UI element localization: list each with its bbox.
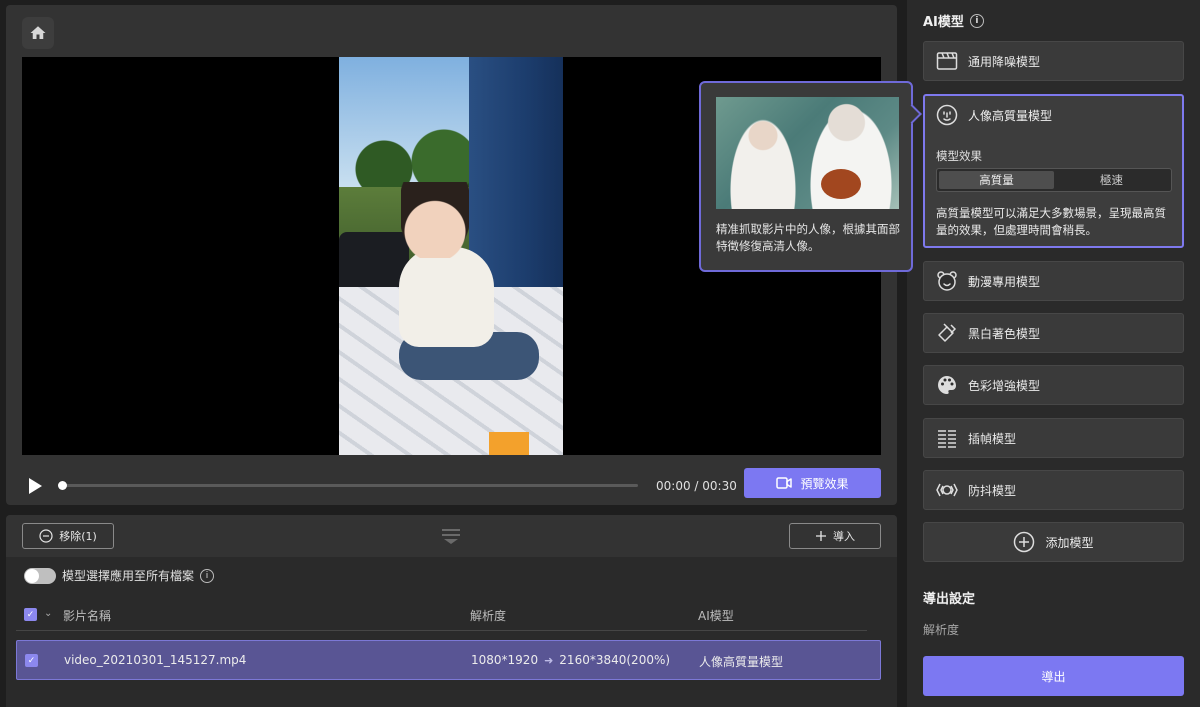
remove-button[interactable]: 移除(1) [22,523,114,549]
export-settings-title: 導出設定 [923,592,976,607]
model-card-interpolation[interactable]: 插幀模型 [923,418,1184,458]
model-card-denoise[interactable]: 通用降噪模型 [923,41,1184,81]
model-card-portrait[interactable]: 人像高質量模型 模型效果 高質量 極速 高質量模型可以滿足大多數場景，呈現最高質… [923,94,1184,248]
file-name: video_20210301_145127.mp4 [64,653,247,667]
chevron-down-icon[interactable]: ⌄ [44,608,52,619]
apply-all-row: 模型選擇應用至所有檔案 i [24,567,215,584]
model-cell: 人像高質量模型 [699,655,784,669]
import-button[interactable]: 導入 [789,523,881,549]
tooltip-text: 精准抓取影片中的人像，根據其面部特徵修復高清人像。 [716,222,900,253]
model-label: 人像高質量模型 [968,108,1053,123]
select-all-checkbox[interactable]: ✓ [24,608,37,621]
model-label: 插幀模型 [968,431,1017,446]
resolution-cell: 1080*1920 ➜ 2160*3840(200%) [471,653,670,667]
file-toolbar: 移除(1) 導入 [6,515,897,557]
face-icon [936,104,958,126]
preview-effect-label: 預覽效果 [800,476,849,491]
apply-all-label: 模型選擇應用至所有檔案 [62,569,195,583]
column-header-resolution: 解析度 [470,609,507,623]
time-label: 00:00 / 00:30 [656,479,737,493]
play-button[interactable] [26,477,44,495]
sidebar-title: AI模型 i [923,11,984,30]
progress-bar[interactable] [58,481,638,490]
home-button[interactable] [22,17,54,49]
plus-circle-icon [1014,531,1035,553]
palette-icon [938,376,956,394]
column-header-model: AI模型 [698,609,734,623]
model-effect-toggle: 高質量 極速 [936,168,1172,192]
info-icon[interactable]: i [969,13,984,28]
paint-bucket-icon [938,323,957,342]
model-label: 通用降噪模型 [968,54,1041,69]
export-resolution-label: 解析度 [923,623,960,637]
export-button[interactable]: 導出 [923,656,1184,696]
model-description: 高質量模型可以滿足大多數場景，呈現最高質量的效果，但處理時間會稍長。 [936,206,1166,237]
home-icon [30,26,46,39]
model-label: 黑白著色模型 [968,326,1041,341]
preview-effect-button[interactable]: 預覽效果 [744,468,881,498]
model-card-stabilize[interactable]: 防抖模型 [923,470,1184,510]
row-checkbox[interactable]: ✓ [25,654,38,667]
resolution-from: 1080*1920 [471,653,539,667]
resolution-to: 2160*3840(200%) [559,653,671,667]
arrow-right-icon: ➜ [544,653,554,667]
model-card-anime[interactable]: 動漫專用模型 [923,261,1184,301]
video-frame [339,57,563,455]
remove-label: 移除(1) [59,530,97,543]
frame-interpolation-icon [938,430,956,448]
model-label: 色彩增強模型 [968,378,1041,393]
stabilizer-icon [936,483,958,497]
tooltip-sample-image [716,97,899,209]
sidebar-title-text: AI模型 [923,15,964,30]
model-effect-label: 模型效果 [936,149,982,163]
model-card-color-enhance[interactable]: 色彩增強模型 [923,365,1184,405]
import-label: 導入 [833,530,855,543]
bear-face-icon [937,271,957,291]
model-label: 防抖模型 [968,483,1017,498]
ai-model-sidebar: AI模型 i 通用降噪模型 人像高質量模型 模型效果 高質量 極速 高質量模型可… [907,0,1200,707]
progress-knob[interactable] [58,481,67,490]
apply-all-toggle[interactable] [24,567,56,584]
minus-circle-icon [39,529,53,543]
option-fast[interactable]: 極速 [1054,171,1169,189]
plus-icon [816,531,826,541]
video-camera-icon [776,477,793,489]
table-row[interactable]: ✓ video_20210301_145127.mp4 1080*1920 ➜ … [16,640,881,680]
model-label: 動漫專用模型 [968,274,1041,289]
file-list-panel: 移除(1) 導入 模型選擇應用至所有檔案 i ✓ ⌄ 影片名稱 解析度 AI模型… [6,515,897,707]
option-high-quality[interactable]: 高質量 [939,171,1054,189]
add-model-button[interactable]: 添加模型 [923,522,1184,562]
model-card-portrait-head: 人像高質量模型 [936,104,1052,126]
model-label: 添加模型 [1045,535,1094,550]
table-header: ✓ ⌄ 影片名稱 解析度 AI模型 [16,597,867,631]
column-header-name: 影片名稱 [63,609,112,623]
model-tooltip: 精准抓取影片中的人像，根據其面部特徵修復高清人像。 [699,81,913,272]
clapperboard-icon [936,52,958,70]
panel-drag-handle-icon[interactable] [440,527,462,545]
model-card-colorize[interactable]: 黑白著色模型 [923,313,1184,353]
info-icon[interactable]: i [200,568,215,583]
